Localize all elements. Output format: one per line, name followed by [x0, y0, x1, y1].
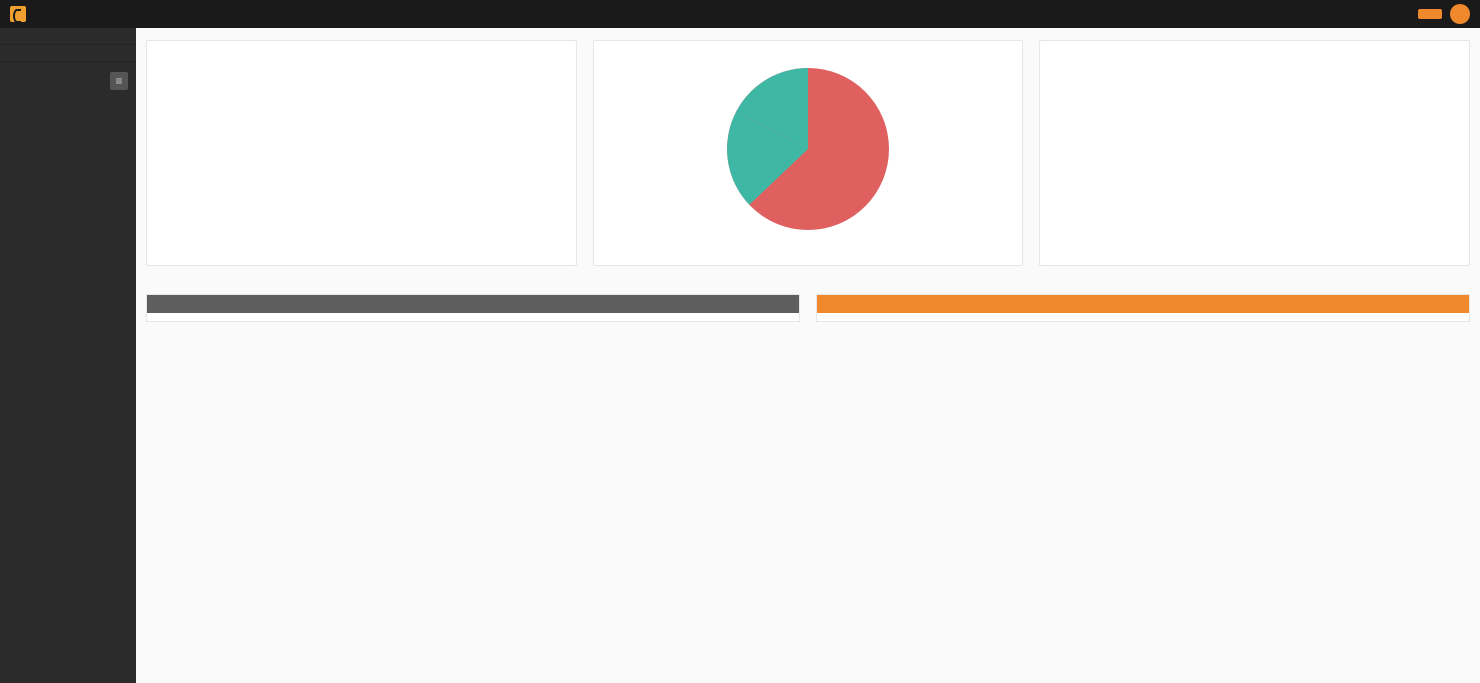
brand-logo[interactable]: [10, 6, 32, 22]
pie-card: [593, 40, 1024, 266]
main-content: [136, 28, 1480, 683]
topbar: [0, 0, 1480, 28]
brand-icon: [10, 6, 26, 22]
notifications-badge[interactable]: [1450, 4, 1470, 24]
sidebar-section-config: [0, 28, 136, 45]
sidebar: ≡: [0, 28, 136, 683]
sidebar-section-log: [0, 45, 136, 62]
inventory-panel: [146, 294, 800, 322]
top10-card: [1039, 40, 1470, 266]
pie-caption: [604, 247, 1013, 255]
sidebar-collapse-button[interactable]: ≡: [110, 72, 128, 90]
severity-caption: [157, 247, 566, 255]
inventory-title: [147, 295, 799, 313]
pie-chart-icon: [718, 59, 898, 239]
analyze-now-button[interactable]: [1418, 9, 1442, 19]
proactive-panel: [816, 294, 1470, 322]
top10-caption: [1050, 247, 1459, 255]
proactive-title: [817, 295, 1469, 313]
severity-card: [146, 40, 577, 266]
